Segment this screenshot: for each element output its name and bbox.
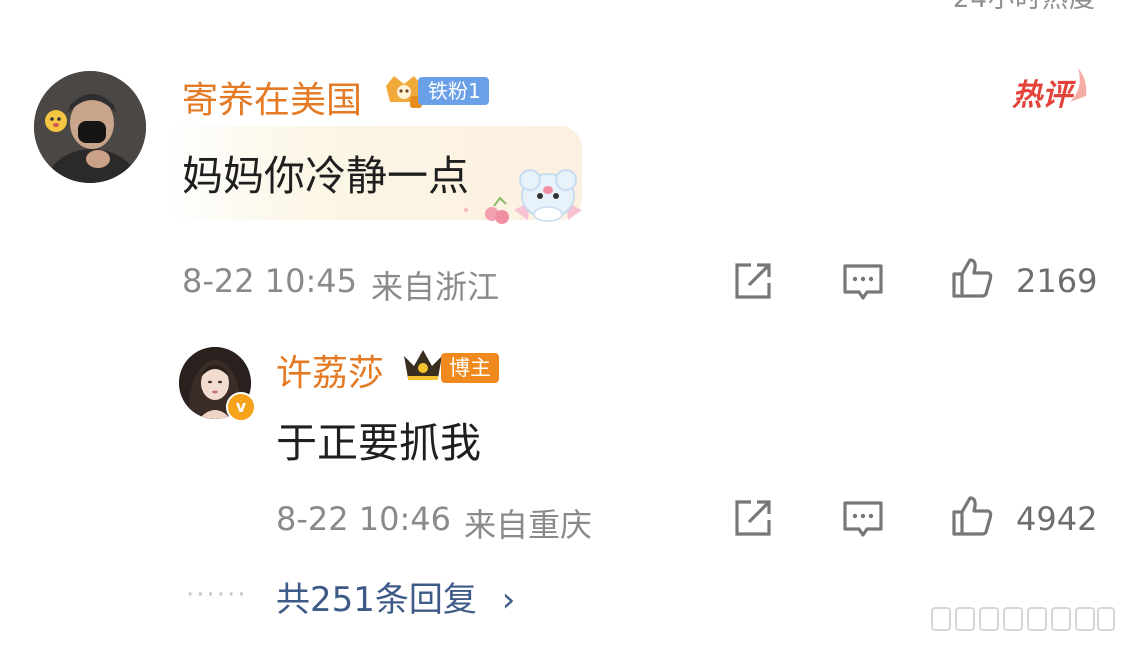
hot-comment-icon — [1070, 68, 1087, 102]
fan-level-badge: 铁粉1 — [418, 77, 489, 105]
watermark-icon — [931, 607, 1115, 631]
crown-icon — [404, 350, 442, 380]
comment-date: 8-22 10:45 — [182, 262, 358, 300]
blogger-badge: 博主 — [441, 353, 499, 383]
reply-location: 来自重庆 — [464, 506, 593, 544]
comment-username[interactable]: 寄养在美国 — [182, 71, 362, 123]
share-icon[interactable] — [731, 496, 775, 540]
replies-divider-dots: ······ — [186, 580, 248, 610]
thumbs-up-icon[interactable] — [950, 256, 994, 300]
chevron-right-icon: › — [501, 580, 516, 620]
comment-icon[interactable] — [841, 260, 885, 304]
view-replies-link[interactable]: 共251条回复 › — [276, 572, 515, 621]
share-icon[interactable] — [731, 259, 775, 303]
avatar[interactable] — [34, 71, 146, 183]
avatar-image — [34, 71, 146, 183]
comment-location: 来自浙江 — [371, 268, 500, 306]
verified-badge-icon: v — [226, 392, 256, 422]
comment-text: 妈妈你冷静一点 — [182, 152, 469, 200]
reply-text: 于正要抓我 — [276, 419, 481, 467]
reply-like-count: 4942 — [1016, 500, 1098, 538]
hot-comment-label: 热评 — [1012, 78, 1072, 113]
like-count: 2169 — [1016, 262, 1098, 300]
reply-username[interactable]: 许荔莎 — [276, 344, 384, 396]
bubble-sticker-icon — [464, 169, 582, 224]
reply-date: 8-22 10:46 — [276, 500, 452, 538]
comment-icon[interactable] — [841, 497, 885, 541]
heat-sort-label[interactable]: 24小时热度 — [953, 0, 1096, 15]
replies-count-label: 共251条回复 — [276, 580, 477, 620]
thumbs-up-icon[interactable] — [950, 494, 994, 538]
